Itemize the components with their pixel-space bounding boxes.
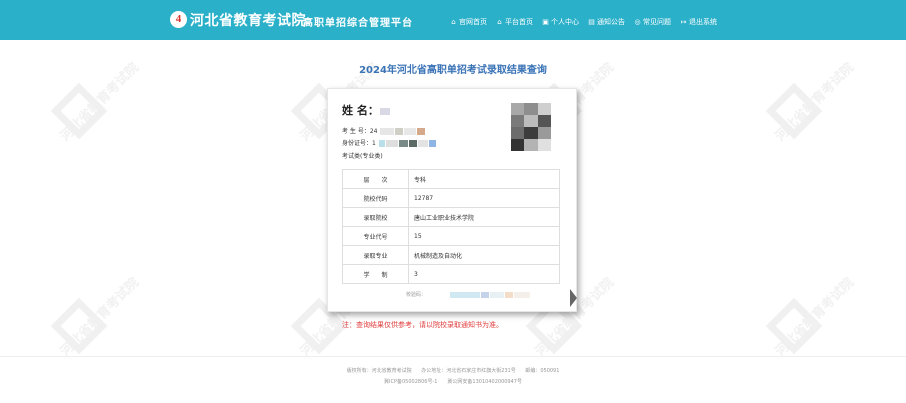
row-key: 录取院校 xyxy=(342,207,409,227)
row-key: 院校代码 xyxy=(342,188,409,208)
table-row: 录取专业 机械制造及自动化 xyxy=(342,245,560,265)
verify-code-row: 校验码： xyxy=(406,291,530,298)
exam-no-row: 考 生 号：24 xyxy=(342,126,426,135)
org-name: 河北省教育考试院 xyxy=(190,13,306,29)
row-key: 学 制 xyxy=(342,264,409,284)
page-title: 2024年河北省高职单招考试录取结果查询 xyxy=(359,65,547,76)
expand-arrow-icon[interactable] xyxy=(570,289,577,307)
row-value: 3 xyxy=(408,264,560,284)
redacted-block xyxy=(449,291,480,298)
home-icon: ⌂ xyxy=(451,17,456,26)
table-row: 院校代码 12787 xyxy=(342,188,560,208)
name-row: 姓 名： xyxy=(342,102,390,118)
verify-label: 校验码： xyxy=(406,292,427,298)
footer-copyright: 版权所有：河北省教育考试院 xyxy=(346,368,412,374)
redacted-block xyxy=(428,140,436,147)
top-nav: ⌂ 官网首页 ⌂ 平台首页 ▣ 个人中心 ▤ 通知公告 ◎ 常见问题 ↦ 退出系… xyxy=(450,17,726,27)
row-value: 15 xyxy=(408,226,560,246)
nav-platform-home[interactable]: ⌂ 平台首页 xyxy=(496,17,533,27)
id-row: 身份证号：1 xyxy=(342,138,436,147)
nav-personal-center[interactable]: ▣ 个人中心 xyxy=(542,17,579,27)
top-header: 4 河北省教育考试院 高职单招综合管理平台 ⌂ 官网首页 ⌂ 平台首页 ▣ 个人… xyxy=(0,0,906,40)
table-row: 专业代号 15 xyxy=(342,226,560,246)
redacted-name xyxy=(379,107,390,115)
redacted-block xyxy=(417,128,426,135)
home-icon: ⌂ xyxy=(497,17,502,26)
redacted-block xyxy=(395,128,404,135)
result-card: 姓 名： 考 生 号：24 身份证号：1 考试类(专业类) 层 次 专科 院校代… xyxy=(327,88,577,312)
nav-logout[interactable]: ↦ 退出系统 xyxy=(680,17,717,27)
nav-label: 退出系统 xyxy=(689,18,717,26)
nav-label: 官网首页 xyxy=(459,18,487,26)
redacted-block xyxy=(404,128,417,135)
nav-label: 通知公告 xyxy=(597,18,625,26)
name-label: 姓 名： xyxy=(342,104,379,117)
table-row: 层 次 专科 xyxy=(342,169,560,189)
table-row: 学 制 3 xyxy=(342,264,560,284)
redacted-block xyxy=(513,291,530,298)
row-key: 录取专业 xyxy=(342,245,409,265)
exam-no-prefix: 24 xyxy=(369,128,378,135)
category-row: 考试类(专业类) xyxy=(342,153,383,160)
redacted-block xyxy=(417,140,428,147)
nav-notices[interactable]: ▤ 通知公告 xyxy=(588,17,625,27)
row-key: 层 次 xyxy=(342,169,409,189)
footer-address: 办公地址：河北省石家庄市红旗大街231号 xyxy=(421,368,516,374)
nav-official-home[interactable]: ⌂ 官网首页 xyxy=(450,17,487,27)
logout-icon: ↦ xyxy=(680,17,687,26)
redacted-block xyxy=(398,140,408,147)
nav-label: 平台首页 xyxy=(505,18,533,26)
footer: 版权所有：河北省教育考试院 办公地址：河北省石家庄市红旗大街231号 邮编：05… xyxy=(0,366,906,388)
redacted-block xyxy=(385,140,398,147)
footer-postcode: 邮编：050091 xyxy=(525,368,560,374)
redacted-block xyxy=(489,291,504,298)
footer-line-2: 冀ICP备05002806号-1 冀公网安备13010402000947号 xyxy=(384,379,522,385)
watermark-logo: 河北省教育考试院 xyxy=(760,60,857,165)
logo-icon: 4 xyxy=(170,11,187,28)
row-key: 专业代号 xyxy=(342,226,409,246)
redacted-block xyxy=(504,291,513,298)
document-icon: ▤ xyxy=(588,17,595,26)
watermark-logo: 河北省教育考试院 xyxy=(45,60,142,165)
row-value: 唐山工业职业技术学院 xyxy=(408,207,560,227)
row-value: 专科 xyxy=(408,169,560,189)
chat-icon: ◎ xyxy=(634,17,641,26)
disclaimer-note: 注：查询结果仅供参考，请以院校录取通知书为准。 xyxy=(342,321,503,329)
id-label: 身份证号： xyxy=(342,140,373,147)
admission-table: 层 次 专科 院校代码 12787 录取院校 唐山工业职业技术学院 专业代号 1… xyxy=(342,169,560,284)
redacted-block xyxy=(380,128,395,135)
exam-no-label: 考 生 号： xyxy=(342,128,370,135)
redacted-block xyxy=(480,291,489,298)
user-card-icon: ▣ xyxy=(542,17,549,26)
row-value: 12787 xyxy=(408,188,560,208)
footer-divider xyxy=(0,356,906,357)
platform-name: 高职单招综合管理平台 xyxy=(303,18,413,29)
redacted-block xyxy=(408,140,417,147)
photo-redacted xyxy=(511,103,551,151)
id-prefix: 1 xyxy=(372,140,376,147)
nav-label: 常见问题 xyxy=(643,18,671,26)
footer-line-1: 版权所有：河北省教育考试院 办公地址：河北省石家庄市红旗大街231号 邮编：05… xyxy=(0,366,906,377)
nav-label: 个人中心 xyxy=(551,18,579,26)
nav-faq[interactable]: ◎ 常见问题 xyxy=(634,17,671,27)
redacted-block xyxy=(378,140,385,147)
row-value: 机械制造及自动化 xyxy=(408,245,560,265)
table-row: 录取院校 唐山工业职业技术学院 xyxy=(342,207,560,227)
